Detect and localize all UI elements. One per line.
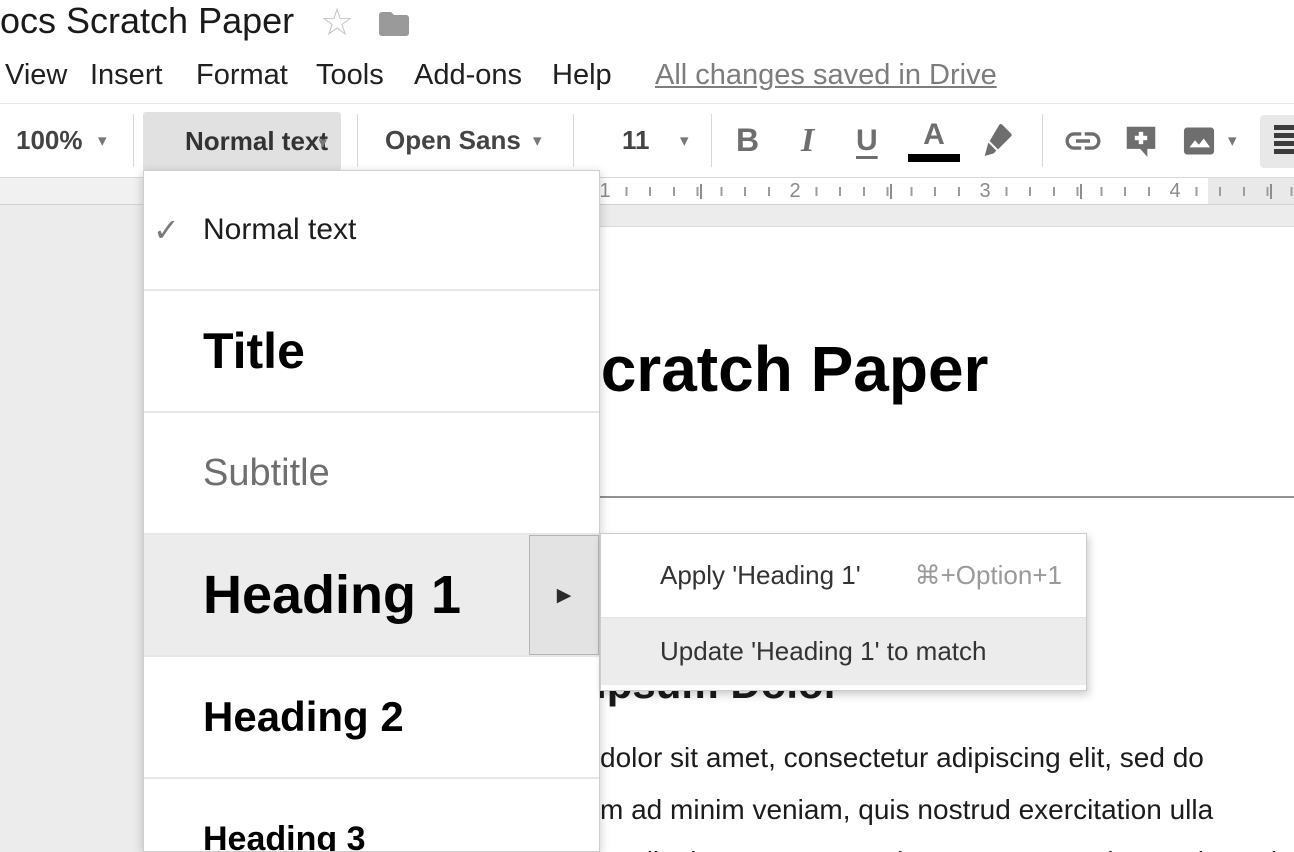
toolbar-separator <box>1042 114 1043 167</box>
zoom-value: 100% <box>16 125 83 156</box>
style-option-label: Normal text <box>203 213 356 247</box>
heading-1-submenu: Apply 'Heading 1' ⌘+Option+1 Update 'Hea… <box>600 533 1087 691</box>
style-option-label: Heading 1 <box>203 564 461 626</box>
style-option-normal-text[interactable]: ✓ Normal text <box>144 171 599 289</box>
paragraph-style-value: Normal text <box>185 126 328 157</box>
menu-view[interactable]: View <box>5 55 67 95</box>
toolbar-separator <box>357 114 358 167</box>
style-option-label: Heading 3 <box>203 820 365 852</box>
insert-comment-button[interactable] <box>1122 104 1160 177</box>
style-option-heading-3[interactable]: Heading 3 <box>144 779 599 852</box>
ruler-half-tick <box>700 184 702 199</box>
caret-down-icon: ▾ <box>318 133 327 153</box>
link-icon <box>1062 120 1104 162</box>
menu-bar: View Insert Format Tools Add-ons Help Al… <box>0 55 1294 95</box>
body-text-line[interactable]: ut aliquip ex ea commodo consequat. Duis… <box>600 845 1294 852</box>
document-title-text[interactable]: Scratch Paper <box>558 332 988 406</box>
style-option-heading-1[interactable]: Heading 1 ▶ <box>144 535 599 655</box>
bold-button[interactable]: B <box>736 104 759 177</box>
font-size-select[interactable]: 11 <box>622 104 650 177</box>
caret-down-icon: ▾ <box>98 131 107 151</box>
menu-addons[interactable]: Add-ons <box>414 55 522 95</box>
underline-button[interactable]: U <box>856 104 878 177</box>
paragraph-style-select[interactable]: Normal text ▾ <box>143 112 341 171</box>
paragraph-style-menu: ✓ Normal text Title Subtitle Heading 1 ▶… <box>143 170 600 852</box>
font-size-caret[interactable]: ▾ <box>680 104 689 177</box>
underline-icon: U <box>856 124 878 158</box>
star-icon[interactable]: ☆ <box>320 1 354 45</box>
google-docs-window: Scratch Paper Lorem Ipsum Dolor dolor si… <box>0 0 1294 852</box>
document-name-field[interactable]: Docs Scratch Paper <box>0 0 294 42</box>
text-color-button[interactable]: A <box>908 104 960 177</box>
font-value: Open Sans <box>385 125 521 156</box>
style-option-title[interactable]: Title <box>144 291 599 411</box>
style-option-label: Heading 2 <box>203 693 404 741</box>
ruler-half-tick <box>890 184 892 199</box>
insert-link-button[interactable] <box>1062 104 1104 177</box>
folder-icon[interactable] <box>376 6 412 42</box>
insert-image-caret[interactable]: ▾ <box>1228 104 1237 177</box>
apply-heading-1-label: Apply 'Heading 1' <box>660 560 861 591</box>
font-caret[interactable]: ▾ <box>533 104 542 177</box>
caret-down-icon: ▾ <box>533 131 542 151</box>
font-size-value: 11 <box>622 125 650 156</box>
toolbar-separator <box>711 114 712 167</box>
caret-down-icon: ▾ <box>680 131 689 151</box>
text-color-icon: A <box>923 119 945 151</box>
menu-format[interactable]: Format <box>196 55 288 95</box>
top-bar: Docs Scratch Paper ☆ View Insert Format … <box>0 0 1294 103</box>
style-option-heading-2[interactable]: Heading 2 <box>144 657 599 777</box>
style-option-label: Title <box>203 322 305 380</box>
ruler-mark-2: 2 <box>784 180 805 202</box>
update-heading-1-label: Update 'Heading 1' to match <box>660 636 986 667</box>
apply-heading-1-shortcut: ⌘+Option+1 <box>915 560 1062 591</box>
paint-format-button[interactable] <box>978 104 1018 177</box>
italic-button[interactable]: I <box>801 104 814 177</box>
style-option-subtitle[interactable]: Subtitle <box>144 413 599 533</box>
submenu-arrow-icon: ▶ <box>557 584 572 607</box>
zoom-select[interactable]: 100% <box>16 104 83 177</box>
align-button[interactable] <box>1260 115 1294 168</box>
toolbar-separator <box>573 114 574 167</box>
toolbar-separator <box>133 114 134 167</box>
body-text-line[interactable]: dolor sit amet, consectetur adipiscing e… <box>600 741 1204 775</box>
caret-down-icon: ▾ <box>1228 131 1237 151</box>
save-status-link[interactable]: All changes saved in Drive <box>655 55 997 95</box>
apply-heading-1-item[interactable]: Apply 'Heading 1' ⌘+Option+1 <box>601 534 1086 617</box>
ruler-half-tick <box>1270 184 1272 199</box>
update-heading-1-item[interactable]: Update 'Heading 1' to match <box>601 618 1086 685</box>
font-select[interactable]: Open Sans <box>385 104 521 177</box>
menu-insert[interactable]: Insert <box>90 55 163 95</box>
check-icon: ✓ <box>153 211 180 249</box>
ruler-mark-4: 4 <box>1164 180 1185 202</box>
paint-format-icon <box>978 121 1018 161</box>
image-icon <box>1180 122 1218 160</box>
menu-tools[interactable]: Tools <box>316 55 384 95</box>
comment-icon <box>1122 122 1160 160</box>
ruler-mark-3: 3 <box>974 180 995 202</box>
horizontal-rule <box>556 496 1294 498</box>
toolbar: 100% ▾ Normal text ▾ Open Sans ▾ 11 ▾ B … <box>0 103 1294 178</box>
italic-icon: I <box>801 122 814 160</box>
ruler-half-tick <box>1080 184 1082 199</box>
bold-icon: B <box>736 122 759 159</box>
menu-help[interactable]: Help <box>552 55 612 95</box>
body-text-line[interactable]: m ad minim veniam, quis nostrud exercita… <box>600 793 1213 827</box>
style-option-label: Subtitle <box>203 452 330 495</box>
text-color-swatch <box>908 154 960 162</box>
align-icon <box>1274 125 1294 154</box>
zoom-caret[interactable]: ▾ <box>98 104 107 177</box>
insert-image-button[interactable] <box>1180 104 1218 177</box>
heading-1-submenu-arrow[interactable]: ▶ <box>529 535 599 655</box>
